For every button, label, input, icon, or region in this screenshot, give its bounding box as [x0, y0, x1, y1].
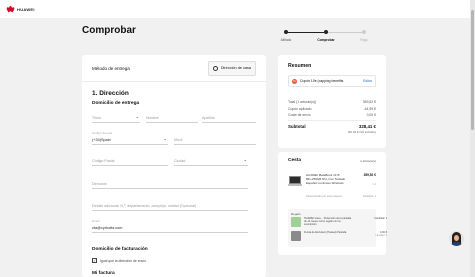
home-delivery-button[interactable]: Dirección de casa: [207, 60, 256, 76]
basket-product[interactable]: HUAWEI MateBook 13 i5 8th+256GB 8/U, Con…: [288, 173, 376, 203]
summary-row: Coste de envío 0,00 €: [288, 113, 376, 117]
gift-sub: Cantidad: 1: [375, 235, 387, 237]
email-input[interactable]: Email cfa@cyrhotts.com: [92, 219, 248, 233]
gift-text: Funda de Exclusivo (Huawei) Pantalla: [304, 231, 347, 234]
order-summary-card: Resumen % Cupón 10e (capping benefits Ed…: [278, 55, 386, 148]
step-connector: [326, 32, 364, 33]
huawei-logo-icon[interactable]: [5, 6, 16, 13]
same-as-shipping-row[interactable]: ✓ Igual que la dirección de envío: [92, 258, 146, 263]
top-navigation-bar: HUAWEI: [0, 0, 470, 18]
summary-divider: [288, 120, 376, 121]
phone-placeholder: Móvil: [174, 138, 183, 142]
summary-row-value: 359,52 €: [362, 100, 376, 104]
country-prefix-value: (+34)Spain: [92, 138, 111, 142]
title-placeholder: Título: [92, 116, 101, 120]
billing-address-title: Domicilio de facturación: [92, 247, 148, 252]
product-note: Seleccionado por esta paquete: [306, 195, 342, 198]
invoice-title: Mi factura: [92, 271, 115, 276]
brand-name[interactable]: HUAWEI: [17, 7, 35, 12]
first-name-placeholder: Nombre: [146, 116, 159, 120]
shipping-address-title: Domicilio de entrega: [92, 101, 140, 106]
gifts-box: Regalo HUAWEI Care+ · Protección de la p…: [288, 209, 387, 247]
gifts-title: Regalo: [291, 212, 301, 216]
summary-row-label: Total (1 artículo(s)): [288, 100, 317, 104]
basket-header: Cesta 1 artículo(s): [288, 158, 376, 163]
gift-case-image: [291, 231, 301, 241]
home-delivery-label: Dirección de casa: [220, 66, 251, 70]
step-label: Aliñado: [280, 38, 292, 42]
step-connector: [286, 32, 324, 33]
delivery-method-label: Método de entrega: [92, 65, 130, 71]
subtotal-value: 328,41 €: [358, 124, 376, 129]
coupon-icon: %: [292, 78, 297, 84]
basket-card: Cesta 1 artículo(s) HUAWEI MateBook 13 i…: [278, 152, 387, 255]
title-select[interactable]: Título ⌄: [92, 113, 140, 123]
chat-assistant-avatar[interactable]: [449, 231, 464, 246]
coupon-text: Cupón 10e (capping benefits: [300, 79, 344, 83]
subtotal-label: Subtotal: [288, 124, 306, 129]
page-title: Comprobar: [82, 25, 136, 36]
summary-title: Resumen: [288, 63, 312, 69]
country-prefix-label: Código de país: [92, 131, 113, 135]
address-section-title: 1. Dirección: [92, 90, 129, 97]
basket-count: 1 artículo(s): [360, 158, 376, 163]
page-scrollbar[interactable]: [470, 0, 475, 277]
summary-row: Cupón aplicado -44,99 €: [288, 107, 376, 111]
email-label: Email: [92, 219, 100, 223]
summary-row: Total (1 artículo(s)) 359,52 €: [288, 100, 376, 104]
gift-price: Cantidad: 1: [374, 217, 387, 220]
coupon-edit-link[interactable]: Editar: [363, 79, 372, 83]
address-details-input[interactable]: Detalle adicional: N.º, departamento, co…: [92, 201, 248, 211]
chevron-down-icon: ⌄: [163, 136, 167, 141]
gift-price: 0,00 €: [380, 231, 387, 234]
delivery-method-row: Método de entrega Dirección de casa: [82, 55, 266, 82]
product-price: 359,52 €: [363, 173, 376, 177]
summary-row-label: Coste de envío: [288, 113, 311, 117]
chevron-down-icon: ⌄: [135, 114, 139, 119]
phone-input[interactable]: Móvil: [174, 135, 256, 145]
city-placeholder: Ciudad: [174, 159, 186, 163]
chevron-down-icon: ⌄: [243, 157, 247, 162]
laptop-product-image: [288, 176, 302, 187]
basket-title: Cesta: [288, 158, 302, 163]
scrollbar-thumb[interactable]: [471, 10, 474, 130]
same-as-shipping-checkbox[interactable]: ✓: [92, 258, 97, 263]
summary-row-label: Cupón aplicado: [288, 106, 312, 111]
last-name-input[interactable]: Apellido: [202, 113, 256, 123]
last-name-placeholder: Apellido: [202, 116, 215, 120]
coupon-box: % Cupón 10e (capping benefits Editar: [288, 75, 376, 87]
product-quantity: x 1: [372, 183, 376, 186]
summary-row-value: -44,99 €: [363, 106, 376, 111]
postal-code-input[interactable]: Código Postal: [92, 156, 168, 166]
gift-item: Funda de Exclusivo (Huawei) Pantalla 0,0…: [291, 231, 387, 242]
summary-row-value: 0,00 €: [366, 113, 376, 117]
address-input[interactable]: Dirección: [92, 179, 248, 189]
postal-code-placeholder: Código Postal: [92, 159, 115, 163]
step-label: Pago: [360, 38, 368, 42]
checkout-progress-steps: Aliñado Comprobar Pago: [278, 30, 374, 44]
gift-care-image: [291, 217, 301, 227]
product-note-quantity: Cantidad: 1: [362, 195, 376, 198]
gift-item: HUAWEI Care+ · Protección de la pantalla…: [291, 217, 387, 228]
same-as-shipping-label: Igual que la dirección de envío: [100, 258, 146, 263]
email-value: cfa@cyrhotts.com: [92, 226, 123, 230]
subtotal-row: Subtotal 328,41 €: [288, 124, 376, 129]
product-name: HUAWEI MateBook 13 i5 8th+256GB 8/U, Con…: [306, 173, 346, 185]
step-label: Comprobar: [317, 38, 335, 42]
city-select[interactable]: Ciudad ⌄: [174, 156, 248, 166]
address-placeholder: Dirección: [92, 182, 107, 186]
home-icon: [212, 65, 218, 71]
first-name-input[interactable]: Nombre: [146, 113, 198, 123]
step-dot-done: [284, 30, 288, 34]
country-prefix-select[interactable]: Código de país (+34)Spain ⌄: [92, 131, 168, 145]
step-dot-active: [324, 30, 328, 34]
checkout-form-card: Método de entrega Dirección de casa 1. D…: [82, 55, 266, 277]
step-dot-todo: [362, 30, 366, 34]
vat-note: (52,04 € IVA incluido): [347, 130, 376, 134]
address-details-placeholder: Detalle adicional: N.º, departamento, co…: [92, 204, 197, 208]
gift-text: HUAWEI Care+ · Protección de la pantalla…: [304, 217, 352, 226]
